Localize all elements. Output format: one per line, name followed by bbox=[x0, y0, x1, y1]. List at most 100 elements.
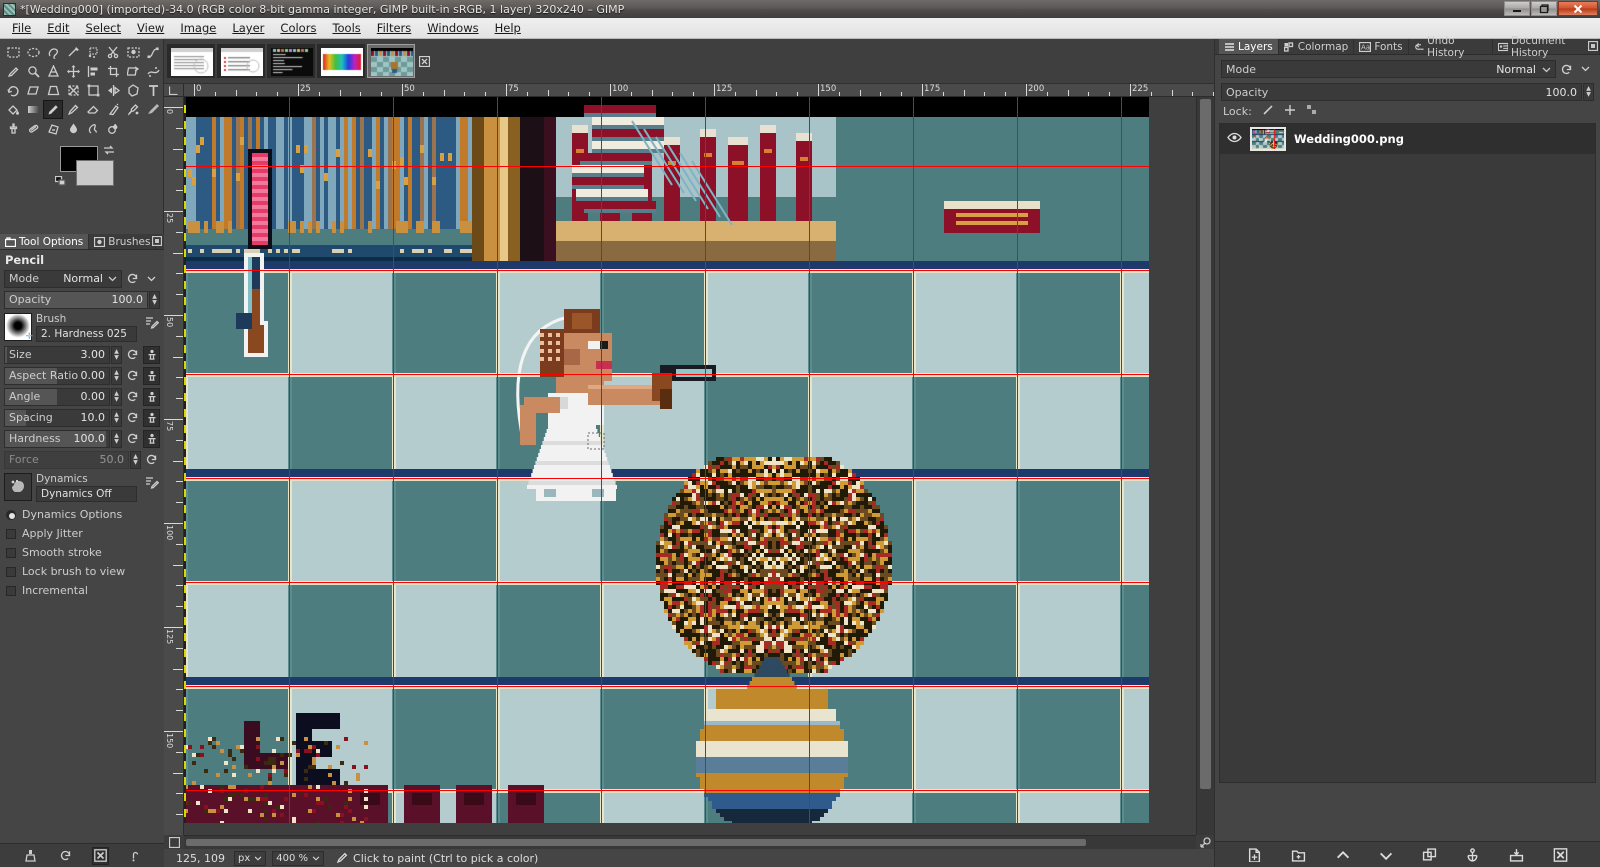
hardness-dynamics-toggle[interactable] bbox=[143, 430, 160, 448]
reset-mode-icon[interactable] bbox=[124, 270, 141, 288]
tool-paths[interactable] bbox=[143, 43, 163, 62]
reset-angle-icon[interactable] bbox=[124, 388, 141, 406]
tool-airbrush[interactable] bbox=[103, 100, 123, 119]
new-layer-icon[interactable] bbox=[1247, 848, 1262, 862]
tool-ink[interactable] bbox=[123, 100, 143, 119]
brush-name-field[interactable]: 2. Hardness 025 bbox=[36, 326, 137, 342]
tool-rect-select[interactable] bbox=[3, 43, 23, 62]
layer-opacity-stepper[interactable]: ▲ ▼ bbox=[1583, 83, 1594, 101]
tool-foreground-select[interactable] bbox=[123, 43, 143, 62]
menu-view[interactable]: View bbox=[129, 19, 172, 37]
tool-smudge[interactable] bbox=[83, 119, 103, 138]
reset-size-icon[interactable] bbox=[124, 346, 141, 364]
tool-unified-transform[interactable] bbox=[63, 81, 83, 100]
tool-move[interactable] bbox=[63, 62, 83, 81]
layer-row[interactable]: Wedding000.png bbox=[1220, 124, 1595, 154]
reset-layer-mode-icon[interactable] bbox=[1558, 60, 1575, 78]
brush-preview[interactable]: ✛ bbox=[4, 313, 32, 341]
tool-gradient[interactable] bbox=[23, 100, 43, 119]
aspect-ratio-stepper[interactable]: ▲ ▼ bbox=[111, 367, 122, 385]
tab-undo-history[interactable]: Undo History bbox=[1409, 39, 1493, 54]
reset-tool-options-icon[interactable] bbox=[127, 847, 144, 865]
angle-dynamics-toggle[interactable] bbox=[143, 388, 160, 406]
reset-aspect-ratio-icon[interactable] bbox=[124, 367, 141, 385]
tool-fuzzy-select[interactable] bbox=[63, 43, 83, 62]
tool-mypaint-brush[interactable] bbox=[143, 100, 163, 119]
reset-hardness-icon[interactable] bbox=[124, 430, 141, 448]
tab-tool-options[interactable]: Tool Options bbox=[0, 234, 89, 249]
maximize-button[interactable] bbox=[1531, 1, 1557, 16]
size-slider[interactable]: Size 3.00 bbox=[4, 346, 110, 364]
tool-blur-sharpen[interactable] bbox=[63, 119, 83, 138]
ruler-origin-button[interactable] bbox=[164, 84, 184, 97]
force-slider[interactable]: Force 50.0 bbox=[4, 451, 129, 469]
mode-dropdown[interactable]: Mode Normal bbox=[4, 270, 122, 288]
tool-text[interactable] bbox=[143, 81, 163, 100]
tab-fonts[interactable]: Aa Fonts bbox=[1354, 39, 1408, 54]
restore-tool-preset-icon[interactable] bbox=[57, 847, 74, 865]
checkbox-icon[interactable] bbox=[6, 529, 16, 539]
menu-select[interactable]: Select bbox=[78, 19, 129, 37]
menu-filters[interactable]: Filters bbox=[369, 19, 419, 37]
opacity-stepper[interactable]: ▲ ▼ bbox=[149, 291, 160, 309]
tool-flip[interactable] bbox=[103, 81, 123, 100]
lock-position-icon[interactable] bbox=[1284, 104, 1296, 119]
tool-alignment[interactable] bbox=[83, 62, 103, 81]
anchor-layer-icon[interactable] bbox=[1465, 848, 1480, 862]
canvas-horizontal-scrollbar[interactable] bbox=[184, 835, 1196, 849]
lower-layer-icon[interactable] bbox=[1378, 848, 1393, 862]
window-thumb-gimp-image[interactable] bbox=[367, 44, 415, 78]
dock-menu-icon[interactable] bbox=[1588, 41, 1598, 54]
delete-layer-icon[interactable] bbox=[1553, 848, 1568, 862]
spacing-slider[interactable]: Spacing 10.0 bbox=[4, 409, 110, 427]
tool-crop[interactable] bbox=[103, 62, 123, 81]
option-dynamics-options[interactable]: Dynamics Options bbox=[0, 505, 164, 524]
window-thumb-document-1[interactable] bbox=[167, 44, 215, 78]
horizontal-scroll-thumb[interactable] bbox=[186, 839, 1086, 846]
merge-down-icon[interactable] bbox=[1509, 848, 1524, 862]
navigate-canvas-icon[interactable] bbox=[1196, 835, 1214, 849]
tool-transform[interactable] bbox=[123, 62, 143, 81]
tool-zoom[interactable] bbox=[23, 62, 43, 81]
tool-dodge-burn[interactable] bbox=[103, 119, 123, 138]
new-layer-group-icon[interactable] bbox=[1291, 848, 1306, 862]
tool-heal[interactable] bbox=[23, 119, 43, 138]
lock-pixels-icon[interactable] bbox=[1262, 104, 1274, 119]
force-stepper[interactable]: ▲ ▼ bbox=[130, 451, 141, 469]
angle-stepper[interactable]: ▲ ▼ bbox=[111, 388, 122, 406]
tool-measure[interactable] bbox=[43, 62, 63, 81]
checkbox-icon[interactable] bbox=[6, 567, 16, 577]
duplicate-layer-icon[interactable] bbox=[1422, 848, 1437, 862]
swap-colors-icon[interactable] bbox=[103, 144, 115, 159]
window-thumb-terminal[interactable] bbox=[267, 44, 315, 78]
layer-mode-extra-chevron-icon[interactable] bbox=[1577, 60, 1594, 78]
menu-colors[interactable]: Colors bbox=[272, 19, 324, 37]
image-canvas[interactable] bbox=[184, 97, 1149, 823]
menu-help[interactable]: Help bbox=[487, 19, 529, 37]
tool-ellipse-select[interactable] bbox=[23, 43, 43, 62]
tool-bucket-fill[interactable] bbox=[3, 100, 23, 119]
horizontal-ruler[interactable]: 0255075100125150175200225250275 bbox=[184, 84, 1214, 97]
eye-icon[interactable] bbox=[1226, 132, 1242, 147]
opacity-slider[interactable]: Opacity 100.0 bbox=[4, 291, 148, 309]
option-lock-brush-to-view[interactable]: Lock brush to view bbox=[0, 562, 164, 581]
hardness-slider[interactable]: Hardness 100.0 bbox=[4, 430, 110, 448]
layer-opacity-slider[interactable]: Opacity 100.0 bbox=[1221, 83, 1582, 101]
raise-layer-icon[interactable] bbox=[1335, 848, 1350, 862]
reset-force-icon[interactable] bbox=[143, 451, 160, 469]
tool-clone[interactable] bbox=[3, 119, 23, 138]
dynamics-name-field[interactable]: Dynamics Off bbox=[36, 486, 137, 502]
menu-layer[interactable]: Layer bbox=[224, 19, 272, 37]
reset-spacing-icon[interactable] bbox=[124, 409, 141, 427]
mode-extra-chevron-icon[interactable] bbox=[143, 270, 160, 288]
tool-rotate[interactable] bbox=[3, 81, 23, 100]
save-tool-preset-icon[interactable] bbox=[22, 847, 39, 865]
tab-brushes[interactable]: Brushes bbox=[89, 234, 156, 249]
vertical-ruler[interactable]: 0255075100125150175 bbox=[164, 97, 184, 835]
tab-layers[interactable]: Layers bbox=[1219, 39, 1279, 54]
option-incremental[interactable]: Incremental bbox=[0, 581, 164, 600]
close-button[interactable] bbox=[1558, 1, 1598, 16]
option-apply-jitter[interactable]: Apply Jitter bbox=[0, 524, 164, 543]
tab-colormap[interactable]: Colormap bbox=[1279, 39, 1355, 54]
quick-mask-icon[interactable] bbox=[164, 835, 184, 849]
